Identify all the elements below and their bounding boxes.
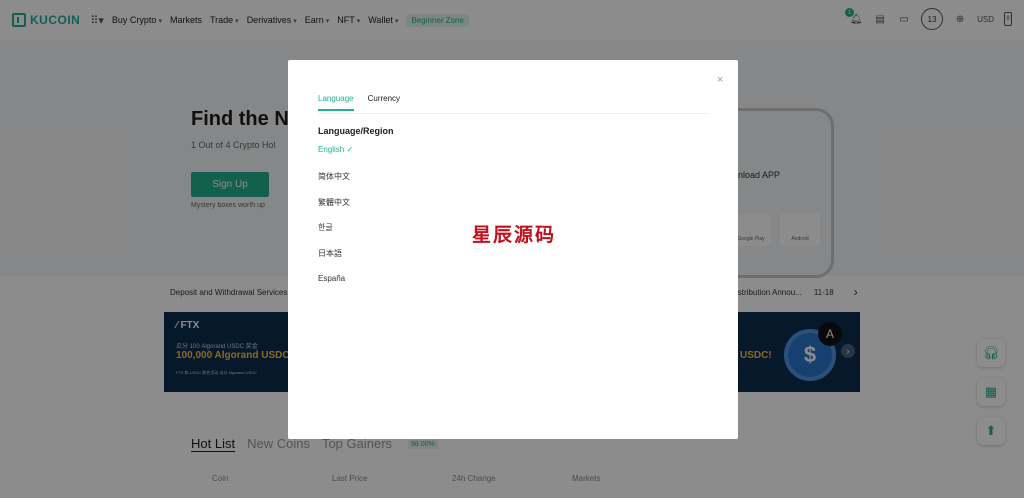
- language-option-simplified-chinese[interactable]: 简体中文: [318, 171, 350, 182]
- language-option-spanish[interactable]: España: [318, 274, 345, 283]
- tab-currency[interactable]: Currency: [368, 94, 400, 111]
- language-option-korean[interactable]: 한글: [318, 222, 333, 233]
- close-icon[interactable]: ×: [717, 74, 723, 86]
- language-currency-modal: × Language Currency Language/Region Engl…: [288, 60, 738, 439]
- language-region-title: Language/Region: [318, 126, 394, 136]
- watermark-text: 星辰源码: [472, 225, 557, 246]
- tab-divider: [318, 113, 708, 114]
- tab-language[interactable]: Language: [318, 94, 354, 111]
- language-option-traditional-chinese[interactable]: 繁體中文: [318, 197, 350, 208]
- language-option-english[interactable]: English ✓: [318, 145, 353, 154]
- modal-tabs: Language Currency: [318, 94, 400, 111]
- language-option-japanese[interactable]: 日本語: [318, 248, 342, 259]
